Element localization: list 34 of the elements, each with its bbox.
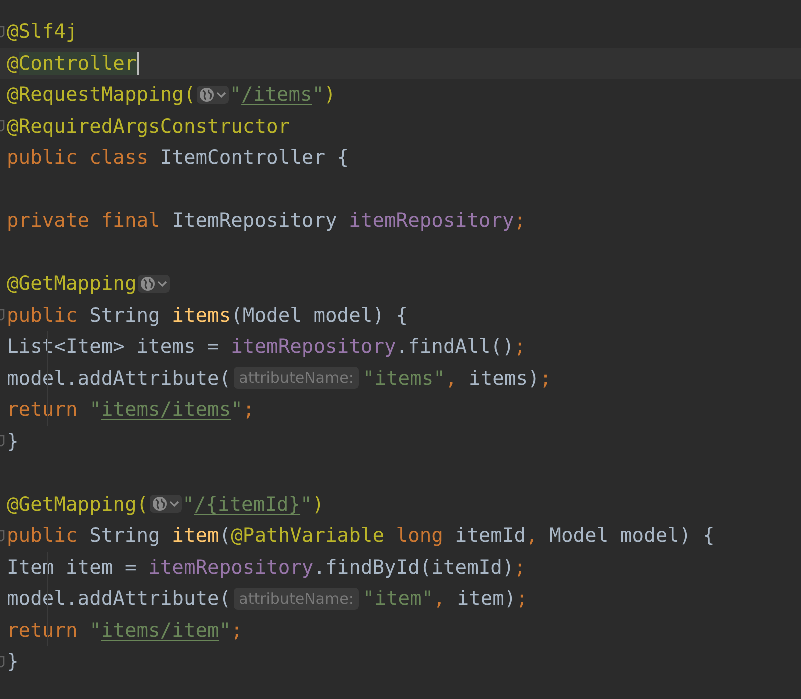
web-endpoint-icon[interactable]	[138, 274, 170, 293]
code-text: model.addAttribute(	[7, 587, 232, 610]
code-text: model.addAttribute(	[7, 366, 232, 390]
code-text: }	[7, 650, 19, 674]
fold-marker-icon[interactable]	[0, 656, 6, 668]
code-text: @Slf4j	[7, 20, 78, 44]
code-text: "/items")	[230, 83, 336, 106]
code-text: return "items/items";	[7, 398, 255, 422]
code-text: public class ItemController {	[7, 146, 350, 170]
code-text: return "items/item";	[7, 618, 243, 642]
parameter-hint: attributeName:	[234, 367, 359, 390]
code-text: @RequestMapping(	[7, 83, 196, 106]
fold-marker-icon[interactable]	[0, 530, 6, 542]
code-text: List<Item> items = itemRepository.findAll();	[7, 335, 526, 358]
code-text: public String item(@PathVariable long itemId, Model model) {	[7, 524, 715, 548]
text-cursor	[136, 52, 139, 75]
code-text: @Controller	[7, 52, 137, 75]
code-text: @GetMapping	[7, 272, 137, 296]
code-text: "items", items);	[362, 366, 552, 390]
code-text: "item", item);	[362, 587, 528, 610]
code-text: Item item = itemRepository.findById(itemId);	[7, 556, 526, 579]
fold-marker-icon[interactable]	[0, 309, 6, 322]
fold-marker-icon[interactable]	[0, 120, 6, 132]
code-text: public String items(Model model) {	[7, 304, 408, 327]
code-text: "/{itemId}")	[182, 492, 324, 516]
web-endpoint-icon[interactable]	[196, 86, 229, 104]
code-text: @GetMapping(	[7, 492, 149, 516]
fold-marker-icon[interactable]	[0, 26, 6, 38]
parameter-hint: attributeName:	[234, 588, 359, 610]
fold-marker-icon[interactable]	[0, 435, 6, 448]
web-endpoint-icon[interactable]	[150, 495, 182, 514]
code-text: @RequiredArgsConstructor	[7, 114, 290, 138]
code-text: }	[7, 430, 19, 453]
code-text: private final ItemRepository itemRepository;	[7, 209, 526, 232]
